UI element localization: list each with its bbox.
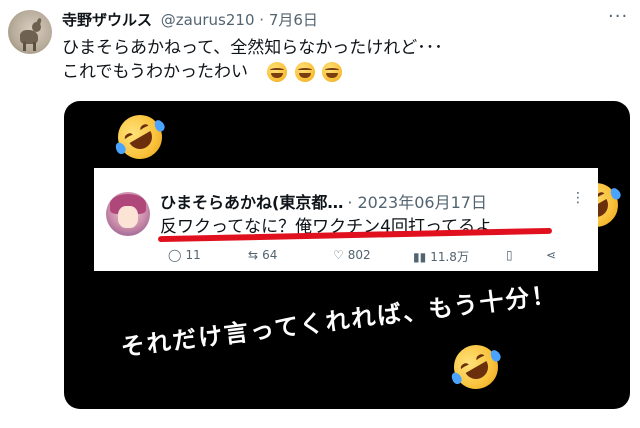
laughing-emoji-icon: [445, 336, 507, 398]
separator: ·: [259, 11, 265, 29]
embedded-more-icon: ⋮: [571, 190, 585, 206]
embedded-tweet-screenshot: ひまそらあかね(東京都… · 2023年06月17日 ⋮ 反ワクってなに？俺ワクチ…: [94, 168, 598, 271]
laughing-emoji-icon: [322, 62, 343, 82]
embedded-name-text: ひまそらあかね(東京都…: [160, 193, 344, 212]
tweet-text: ひまそらあかねって、全然知らなかったけれど･･･ これでもうわかったわい: [62, 36, 443, 84]
tweet-date[interactable]: 7月6日: [269, 11, 318, 29]
embedded-like-count: ♡ 802: [333, 248, 371, 262]
tweet-text-line-2: これでもうわかったわい: [62, 62, 248, 82]
tweet-text-line-1: ひまそらあかねって、全然知らなかったけれど･･･: [62, 38, 443, 58]
reply-icon: ◯: [168, 248, 182, 262]
embedded-user-avatar: [106, 192, 150, 236]
views-icon: ▮▮: [413, 250, 427, 264]
tweet-image[interactable]: ひまそらあかね(東京都… · 2023年06月17日 ⋮ 反ワクってなに？俺ワクチ…: [64, 101, 630, 409]
embedded-reply-count: ◯ 11: [168, 248, 201, 262]
reply-count: 11: [185, 248, 201, 262]
bookmark-icon: ▯: [506, 248, 513, 262]
embedded-display-name: ひまそらあかね(東京都… · 2023年06月17日: [160, 189, 487, 213]
user-handle[interactable]: @zaurus210: [161, 11, 255, 29]
embedded-view-count: ▮▮ 11.8万: [413, 248, 469, 265]
retweet-icon: ⇆: [248, 248, 259, 262]
retweet-count: 64: [262, 248, 278, 262]
share-icon: ⋖: [546, 248, 557, 262]
emoji-group: [267, 60, 344, 84]
display-name[interactable]: 寺野ザウルス: [62, 11, 152, 29]
laughing-emoji-icon: [294, 62, 315, 82]
laughing-emoji-icon: [109, 106, 171, 168]
view-count: 11.8万: [430, 250, 469, 264]
embedded-retweet-count: ⇆ 64: [248, 248, 277, 262]
tweet-header: 寺野ザウルス @zaurus210 · 7月6日: [62, 9, 318, 30]
user-avatar[interactable]: [8, 10, 52, 54]
more-options-icon[interactable]: ···: [608, 6, 628, 27]
embedded-date: · 2023年06月17日: [347, 193, 487, 212]
tweet-text-line-2-row: これでもうわかったわい: [62, 60, 443, 84]
laughing-emoji-icon: [267, 62, 288, 82]
like-count: 802: [347, 248, 371, 262]
like-icon: ♡: [333, 248, 344, 262]
